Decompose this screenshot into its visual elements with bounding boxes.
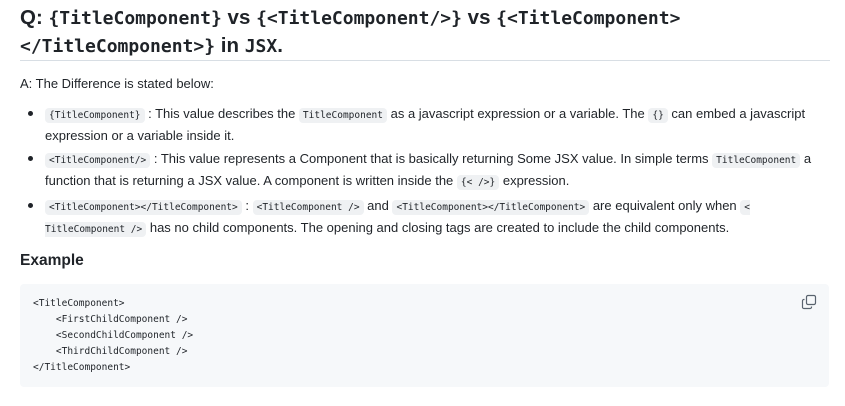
item-text: expression. xyxy=(499,173,570,188)
heading-divider xyxy=(20,60,830,61)
answer-page: Q: {TitleComponent} vs {<TitleComponent/… xyxy=(0,0,845,406)
list-item: <TitleComponent/> : This value represent… xyxy=(20,149,820,193)
item-text: : This value describes the xyxy=(144,106,299,121)
heading-suffix: . xyxy=(277,34,283,57)
inline-code: <TitleComponent></TitleComponent> xyxy=(392,200,590,215)
question-heading: Q: {TitleComponent} vs {<TitleComponent/… xyxy=(20,4,830,60)
inline-code: <TitleComponent></TitleComponent> xyxy=(45,200,242,215)
code-block: <TitleComponent> <FirstChildComponent />… xyxy=(20,284,829,387)
inline-code: {} xyxy=(648,108,668,123)
item-text: and xyxy=(363,198,393,213)
heading-code: JSX xyxy=(244,36,278,57)
code-content: <TitleComponent> <FirstChildComponent />… xyxy=(33,298,194,373)
answer-intro: A: The Difference is stated below: xyxy=(20,76,214,91)
heading-code: {<TitleComponent/>} xyxy=(256,8,462,29)
example-heading: Example xyxy=(20,252,84,269)
item-text: are equivalent only when xyxy=(589,198,741,213)
inline-code: {TitleComponent} xyxy=(45,108,145,123)
list-item: {TitleComponent} : This value describes … xyxy=(20,104,820,146)
inline-code: <TitleComponent /> xyxy=(252,200,364,215)
copy-button[interactable] xyxy=(801,294,817,310)
item-text: : This value represents a Component that… xyxy=(150,151,713,166)
heading-separator: vs xyxy=(221,6,257,29)
inline-code: <TitleComponent/> xyxy=(45,153,151,168)
heading-separator: vs xyxy=(461,6,497,29)
difference-list: {TitleComponent} : This value describes … xyxy=(20,104,820,243)
item-text: has no child components. The opening and… xyxy=(146,220,730,235)
item-text: as a javascript expression or a variable… xyxy=(387,106,649,121)
inline-code: TitleComponent xyxy=(298,108,387,123)
inline-code: {< />} xyxy=(456,175,500,190)
inline-code: TitleComponent xyxy=(712,153,801,168)
list-item: <TitleComponent></TitleComponent> : <Tit… xyxy=(20,196,820,240)
heading-code: </TitleComponent>} xyxy=(20,36,216,57)
heading-code: {TitleComponent} xyxy=(48,8,222,29)
item-text: : xyxy=(241,198,253,213)
copy-icon xyxy=(801,294,817,310)
question-prefix: Q: xyxy=(20,6,49,29)
heading-separator: in xyxy=(215,34,245,57)
heading-code: {<TitleComponent> xyxy=(496,8,681,29)
